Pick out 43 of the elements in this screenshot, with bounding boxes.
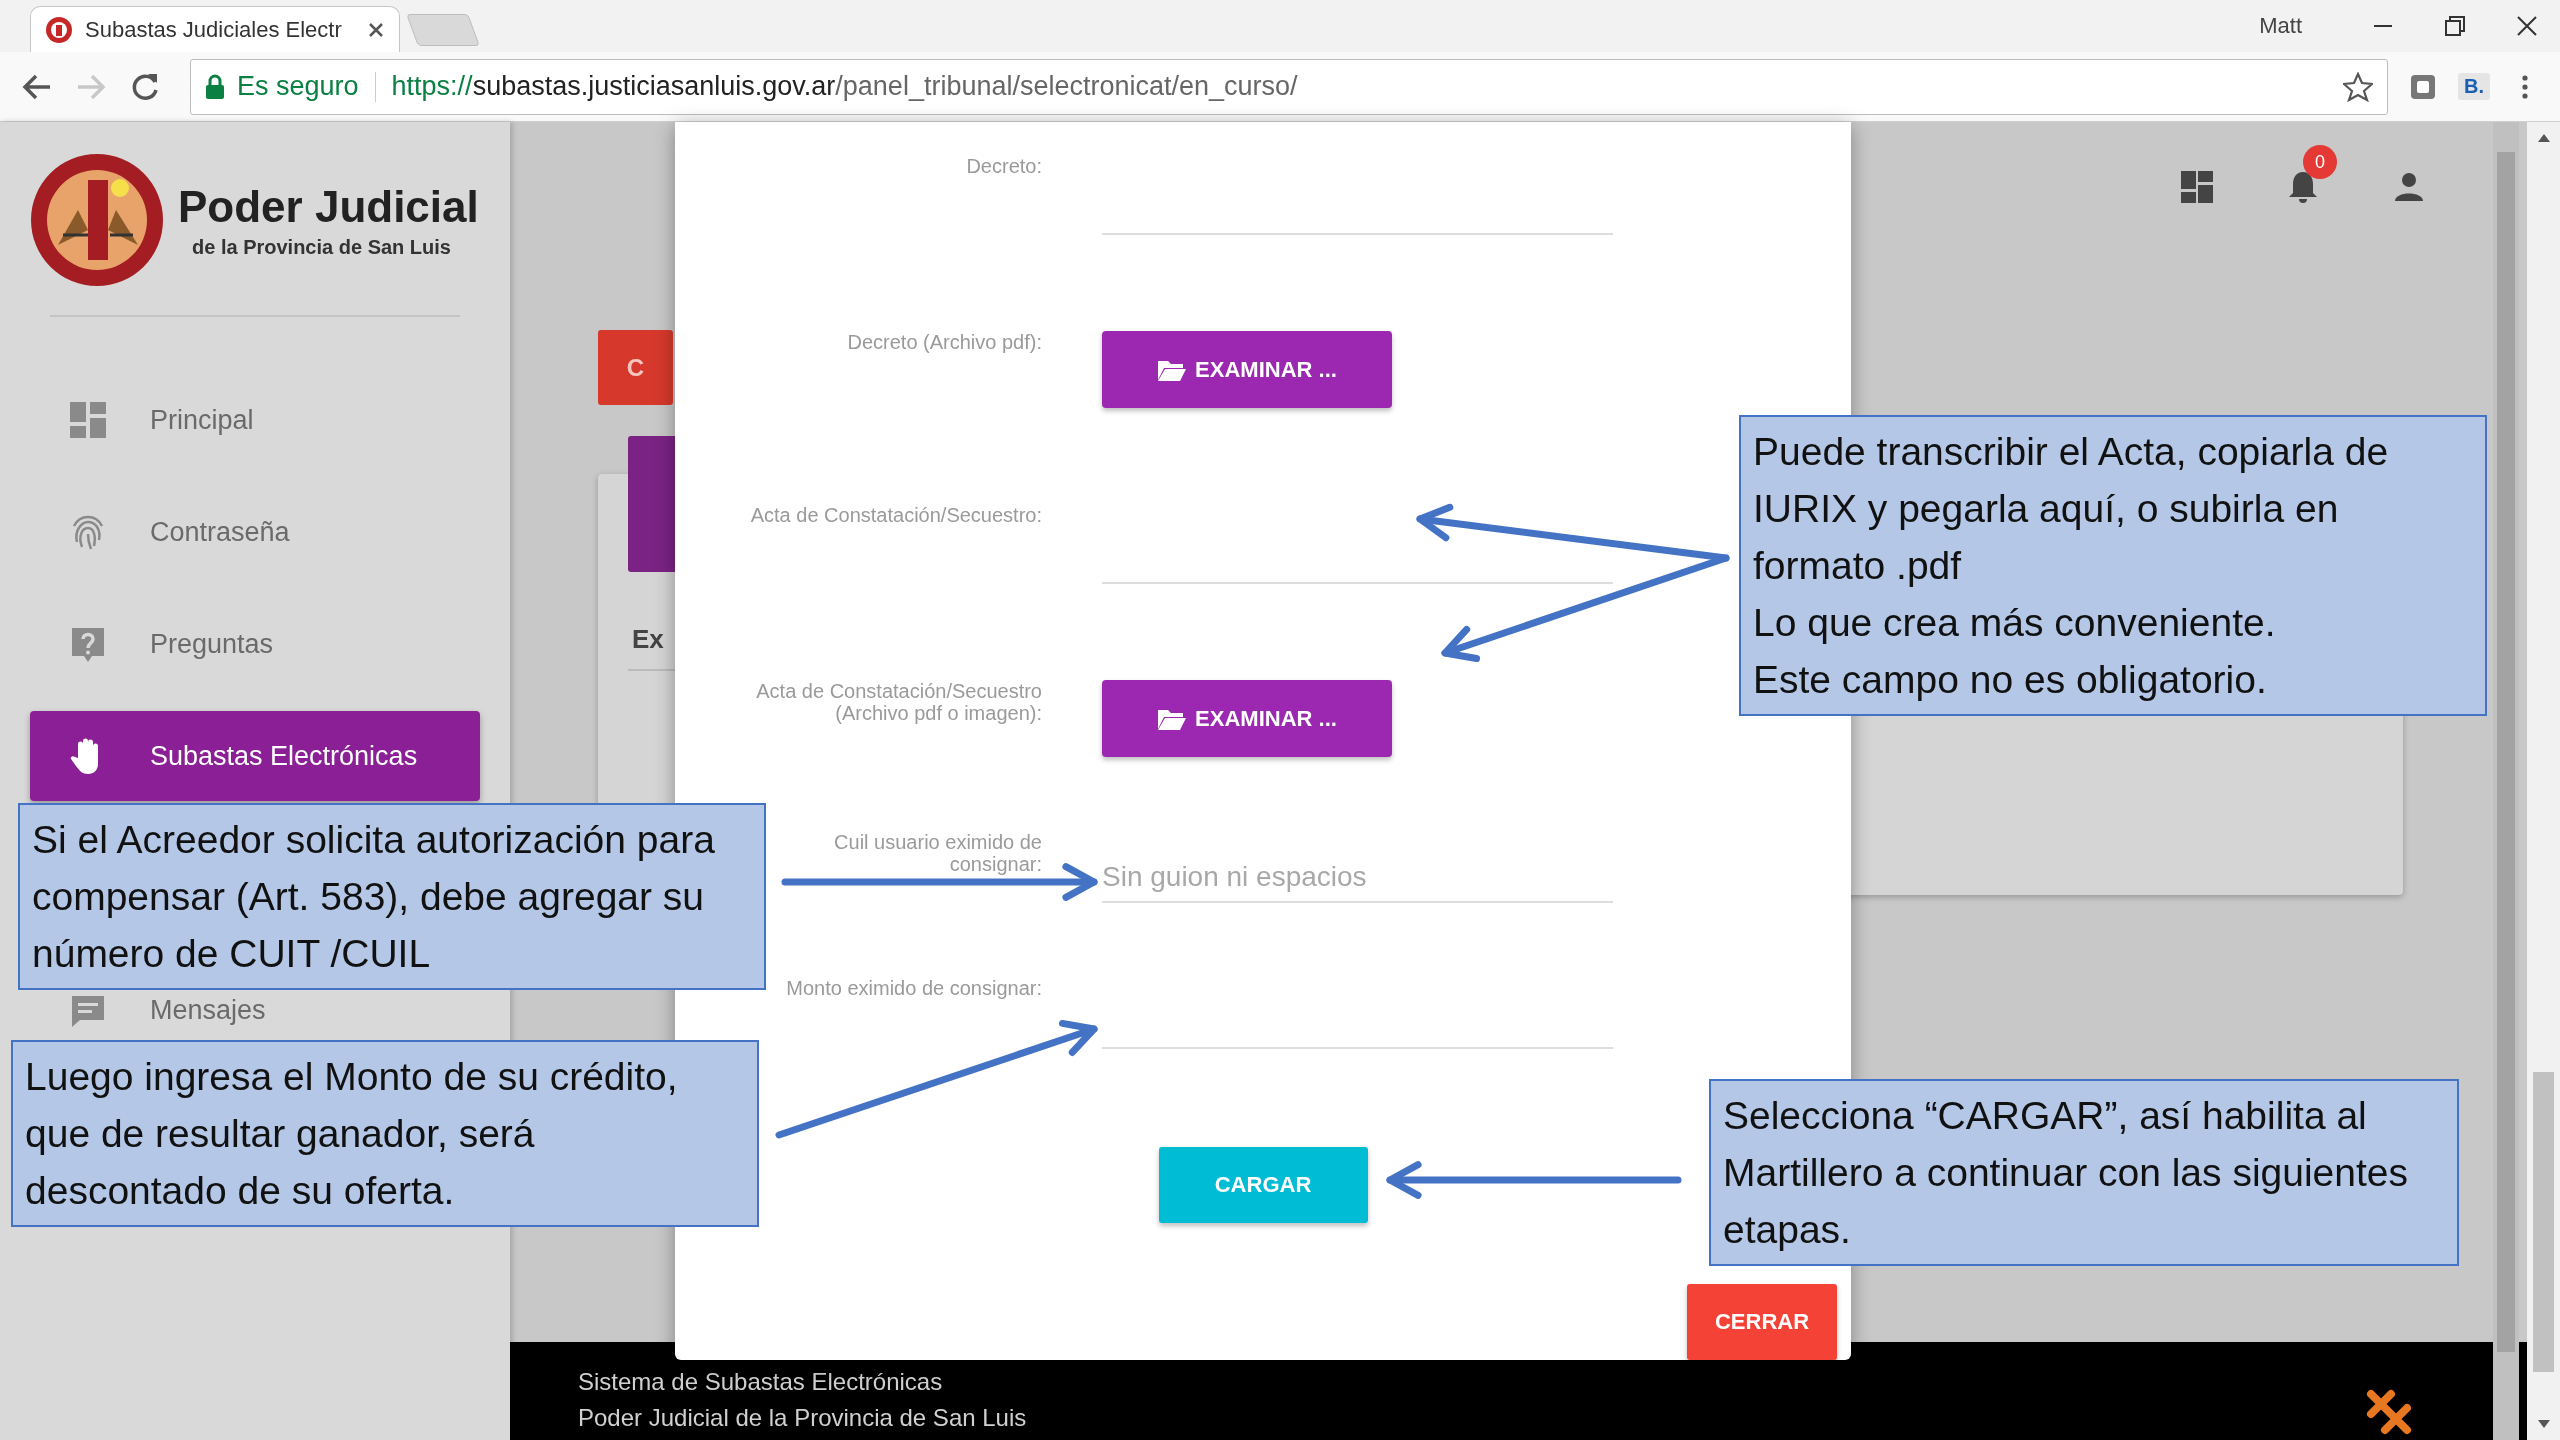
sidebar-item[interactable]: Principal xyxy=(30,375,480,465)
callout-note: Si el Acreedor solicita autorización para compensar (Art. 583), debe agregar su número de CUIT /CUIL xyxy=(18,803,766,990)
callout-note: Luego ingresa el Monto de su crédito, que de resultar ganador, será descontado de su oferta. xyxy=(11,1040,759,1227)
browse-button[interactable]: EXAMINAR ... xyxy=(1102,331,1392,408)
field-label: Decreto (Archivo pdf): xyxy=(847,331,1042,353)
callout-note: Puede transcribir el Acta, copiarla de IURIX y pegarla aquí, o subirla en formato .pdf Lo que crea más conveniente. Este campo no es obligatorio. xyxy=(1739,415,2487,716)
sidebar-item[interactable]: Subastas Electrónicas xyxy=(30,711,480,801)
window-scrollbar[interactable] xyxy=(2527,122,2560,1440)
tab-label[interactable]: Ex xyxy=(632,624,664,669)
profile-name[interactable]: Matt xyxy=(2259,13,2302,39)
brand-subtitle: de la Provincia de San Luis xyxy=(192,235,452,259)
browser-tab[interactable]: Subastas Judiciales Electr xyxy=(30,6,400,52)
sidebar-item[interactable]: Preguntas xyxy=(30,599,480,689)
url-text: https://subastas.justiciasanluis.gov.ar/panel_tribunal/selectronicat/en_curso/ xyxy=(391,71,1298,102)
dashboard-icon[interactable] xyxy=(2179,169,2215,205)
field-label: Decreto: xyxy=(966,155,1042,177)
close-icon[interactable] xyxy=(367,20,385,39)
action-button[interactable]: C xyxy=(598,330,673,405)
lock-icon xyxy=(205,73,225,100)
field-label: Acta de Constatación/Secuestro: xyxy=(750,504,1042,526)
close-icon[interactable] xyxy=(2516,15,2538,37)
callout-note: Selecciona “CARGAR”, así habilita al Martillero a continuar con las siguientes etapas. xyxy=(1709,1079,2459,1266)
address-bar[interactable]: Es seguro https://subastas.justiciasanluis.gov.ar/panel_tribunal/selectronicat/en_curso/ xyxy=(190,58,2388,115)
brand-title: Poder Judicial xyxy=(178,181,479,232)
sidebar-item[interactable]: Contraseña xyxy=(30,487,480,577)
seal-icon xyxy=(45,15,73,44)
close-button[interactable]: CERRAR xyxy=(1687,1284,1837,1360)
field-label: Cuil usuario eximido de consignar: xyxy=(834,831,1042,875)
footer-text: Sistema de Subastas Electrónicas xyxy=(578,1367,944,1397)
field-label: Acta de Constatación/Secuestro (Archivo pdf o imagen): xyxy=(756,680,1042,724)
dashboard-icon xyxy=(68,400,108,440)
star-icon[interactable] xyxy=(2343,71,2373,102)
scrollbar[interactable] xyxy=(2493,122,2519,1440)
input-field[interactable]: Sin guion ni espacios xyxy=(1102,853,1613,903)
extension-button[interactable]: B. xyxy=(2458,73,2490,100)
browse-button[interactable]: EXAMINAR ... xyxy=(1102,680,1392,757)
restore-icon[interactable] xyxy=(2444,15,2466,37)
footer-text: Poder Judicial de la Provincia de San Luis xyxy=(578,1403,1027,1433)
sidebar-item[interactable]: Mensajes xyxy=(30,992,480,1028)
field-label: Monto eximido de consignar: xyxy=(786,977,1042,999)
notification-badge: 0 xyxy=(2303,145,2337,179)
security-label: Es seguro xyxy=(237,71,359,102)
tab-title: Subastas Judiciales Electr xyxy=(85,16,343,43)
